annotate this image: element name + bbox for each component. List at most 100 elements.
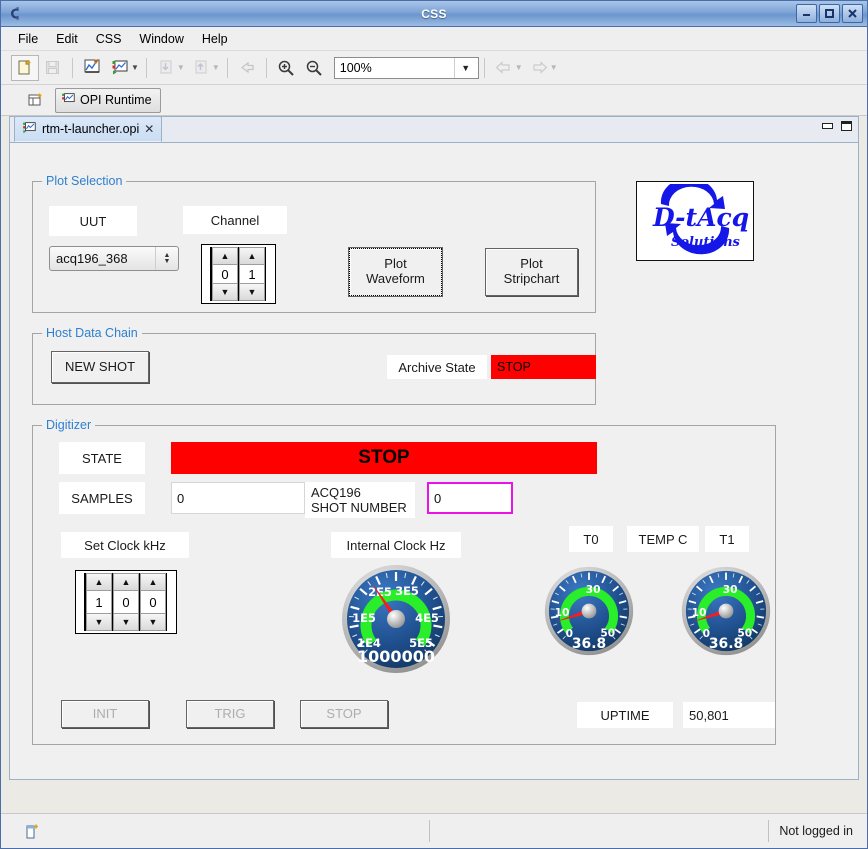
- forward-arrow-icon: [525, 55, 553, 81]
- internal-clock-gauge: 1E4 1E5 2E5 3E5 4E5 5E5 1000000: [341, 564, 451, 674]
- combo-updown-chevron-icon[interactable]: ▲ ▼: [155, 247, 178, 270]
- zoom-in-icon[interactable]: [272, 55, 300, 81]
- svg-text:36.8: 36.8: [572, 636, 606, 652]
- clock-digit-0[interactable]: ▲ 1 ▼: [85, 573, 112, 631]
- perspective-opi-runtime[interactable]: OPI Runtime: [55, 87, 161, 113]
- init-button[interactable]: INIT: [61, 700, 149, 728]
- export-dropdown-chevron-down-icon: ▼: [211, 63, 220, 72]
- channel-digit-0-up-icon[interactable]: ▲: [212, 247, 238, 265]
- main-toolbar: ▼ ▼ ▼ 100% ▼ ▼ ▼: [1, 51, 867, 85]
- toolbar-separator: [226, 57, 228, 78]
- shot-number-label: ACQ196 SHOT NUMBER: [305, 482, 415, 518]
- minimize-button[interactable]: [796, 4, 817, 23]
- uut-select[interactable]: acq196_368 ▲ ▼: [49, 246, 179, 271]
- channel-label: Channel: [183, 206, 287, 234]
- group-plot-selection-title: Plot Selection: [42, 174, 127, 188]
- back-arrow-icon: [490, 55, 518, 81]
- svg-text:10: 10: [692, 606, 707, 619]
- plot-waveform-line1: Plot: [384, 256, 407, 272]
- editor-maximize-button[interactable]: [841, 121, 852, 131]
- editor-tab-row: rtm-t-launcher.opi ✕: [10, 116, 858, 143]
- channel-digit-0-down-icon[interactable]: ▼: [212, 283, 238, 301]
- editor-minimize-button[interactable]: [822, 123, 833, 129]
- new-file-icon[interactable]: [11, 54, 39, 81]
- login-status[interactable]: Not logged in: [779, 824, 853, 838]
- menu-edit[interactable]: Edit: [47, 30, 87, 48]
- opi-runtime-icon: [61, 91, 76, 109]
- editor-status-icon: [25, 823, 39, 839]
- clock-digit-2[interactable]: ▲ 0 ▼: [139, 573, 166, 631]
- svg-text:4E5: 4E5: [415, 611, 439, 625]
- d-tacq-solutions-logo: D-tAcq Solutions: [636, 181, 754, 261]
- channel-digit-0[interactable]: ▲ 0 ▼: [211, 247, 238, 301]
- trig-button[interactable]: TRIG: [186, 700, 274, 728]
- clock-digit-2-value: 0: [140, 591, 166, 613]
- editor-window-controls: [822, 121, 852, 131]
- channel-digit-0-value: 0: [212, 265, 238, 283]
- new-shot-button[interactable]: NEW SHOT: [51, 351, 149, 383]
- state-label: STATE: [59, 442, 145, 474]
- clock-digit-1-up-icon[interactable]: ▲: [113, 573, 139, 591]
- clock-digit-2-down-icon[interactable]: ▼: [140, 613, 166, 631]
- channel-digit-1[interactable]: ▲ 1 ▼: [238, 247, 265, 301]
- opi-canvas: Plot Selection UUT acq196_368 ▲ ▼ Channel…: [10, 143, 858, 779]
- uut-label: UUT: [49, 206, 137, 236]
- new-chart-icon[interactable]: [78, 55, 106, 81]
- svg-text:36.8: 36.8: [709, 636, 743, 652]
- zoom-input[interactable]: [334, 57, 454, 78]
- maximize-button[interactable]: [819, 4, 840, 23]
- group-digitizer: Digitizer STATE STOP SAMPLES 0 ACQ196 SH…: [32, 418, 776, 745]
- t0-temperature-gauge: 0 10 30 50 36.8: [544, 566, 634, 656]
- window-controls: [796, 4, 867, 23]
- clock-digit-1-down-icon[interactable]: ▼: [113, 613, 139, 631]
- group-host-data-chain: Host Data Chain NEW SHOT Archive State S…: [32, 326, 596, 405]
- opi-editor-dropdown-chevron-down-icon[interactable]: ▼: [131, 63, 139, 72]
- t0-label: T0: [569, 526, 613, 552]
- open-perspective-icon[interactable]: [21, 87, 49, 113]
- editor-tab-rtm-t-launcher[interactable]: rtm-t-launcher.opi ✕: [14, 116, 163, 142]
- svg-text:1000000: 1000000: [357, 647, 435, 666]
- svg-text:3E5: 3E5: [395, 584, 419, 598]
- t1-label: T1: [705, 526, 749, 552]
- export-icon: [187, 55, 215, 81]
- forward-dropdown-chevron-down-icon: ▼: [549, 63, 558, 72]
- shot-number-input[interactable]: 0: [427, 482, 513, 514]
- clock-digit-0-up-icon[interactable]: ▲: [86, 573, 112, 591]
- import-icon: [152, 55, 180, 81]
- opi-editor-icon[interactable]: [106, 55, 134, 81]
- set-clock-spinner[interactable]: ▲ 1 ▼ ▲ 0 ▼ ▲ 0 ▼: [75, 570, 177, 634]
- archive-state-value: STOP: [491, 355, 596, 379]
- menu-file[interactable]: File: [9, 30, 47, 48]
- back-dropdown-chevron-down-icon: ▼: [514, 63, 523, 72]
- plot-stripchart-line1: Plot: [520, 256, 543, 272]
- title-bar: CSS: [1, 1, 867, 27]
- stop-button[interactable]: STOP: [300, 700, 388, 728]
- import-dropdown-chevron-down-icon: ▼: [176, 63, 185, 72]
- status-bar: Not logged in: [1, 813, 867, 848]
- plot-stripchart-button[interactable]: Plot Stripchart: [485, 248, 578, 296]
- clock-digit-1[interactable]: ▲ 0 ▼: [112, 573, 139, 631]
- channel-digit-1-down-icon[interactable]: ▼: [239, 283, 265, 301]
- close-button[interactable]: [842, 4, 863, 23]
- menu-window[interactable]: Window: [130, 30, 192, 48]
- plot-waveform-button[interactable]: Plot Waveform: [348, 247, 443, 297]
- shot-number-line1: ACQ196: [311, 485, 361, 500]
- zoom-level-combo[interactable]: ▼: [333, 56, 479, 79]
- zoom-chevron-down-icon[interactable]: ▼: [453, 57, 477, 78]
- clock-digit-2-up-icon[interactable]: ▲: [140, 573, 166, 591]
- state-value: STOP: [171, 442, 597, 474]
- uptime-label: UPTIME: [577, 702, 673, 728]
- channel-digit-1-up-icon[interactable]: ▲: [239, 247, 265, 265]
- close-icon[interactable]: ✕: [144, 122, 154, 136]
- toolbar-separator: [145, 57, 147, 78]
- t1-temperature-gauge: 0 10 30 50 36.8: [681, 566, 771, 656]
- undo-arrow-icon: [233, 55, 261, 81]
- menu-help[interactable]: Help: [193, 30, 237, 48]
- uut-selected-value: acq196_368: [56, 251, 128, 266]
- css-logo-icon: [6, 6, 22, 22]
- perspective-bar: OPI Runtime: [1, 85, 867, 116]
- zoom-out-icon[interactable]: [300, 55, 328, 81]
- channel-spinner[interactable]: ▲ 0 ▼ ▲ 1 ▼: [201, 244, 276, 304]
- menu-css[interactable]: CSS: [87, 30, 131, 48]
- clock-digit-0-down-icon[interactable]: ▼: [86, 613, 112, 631]
